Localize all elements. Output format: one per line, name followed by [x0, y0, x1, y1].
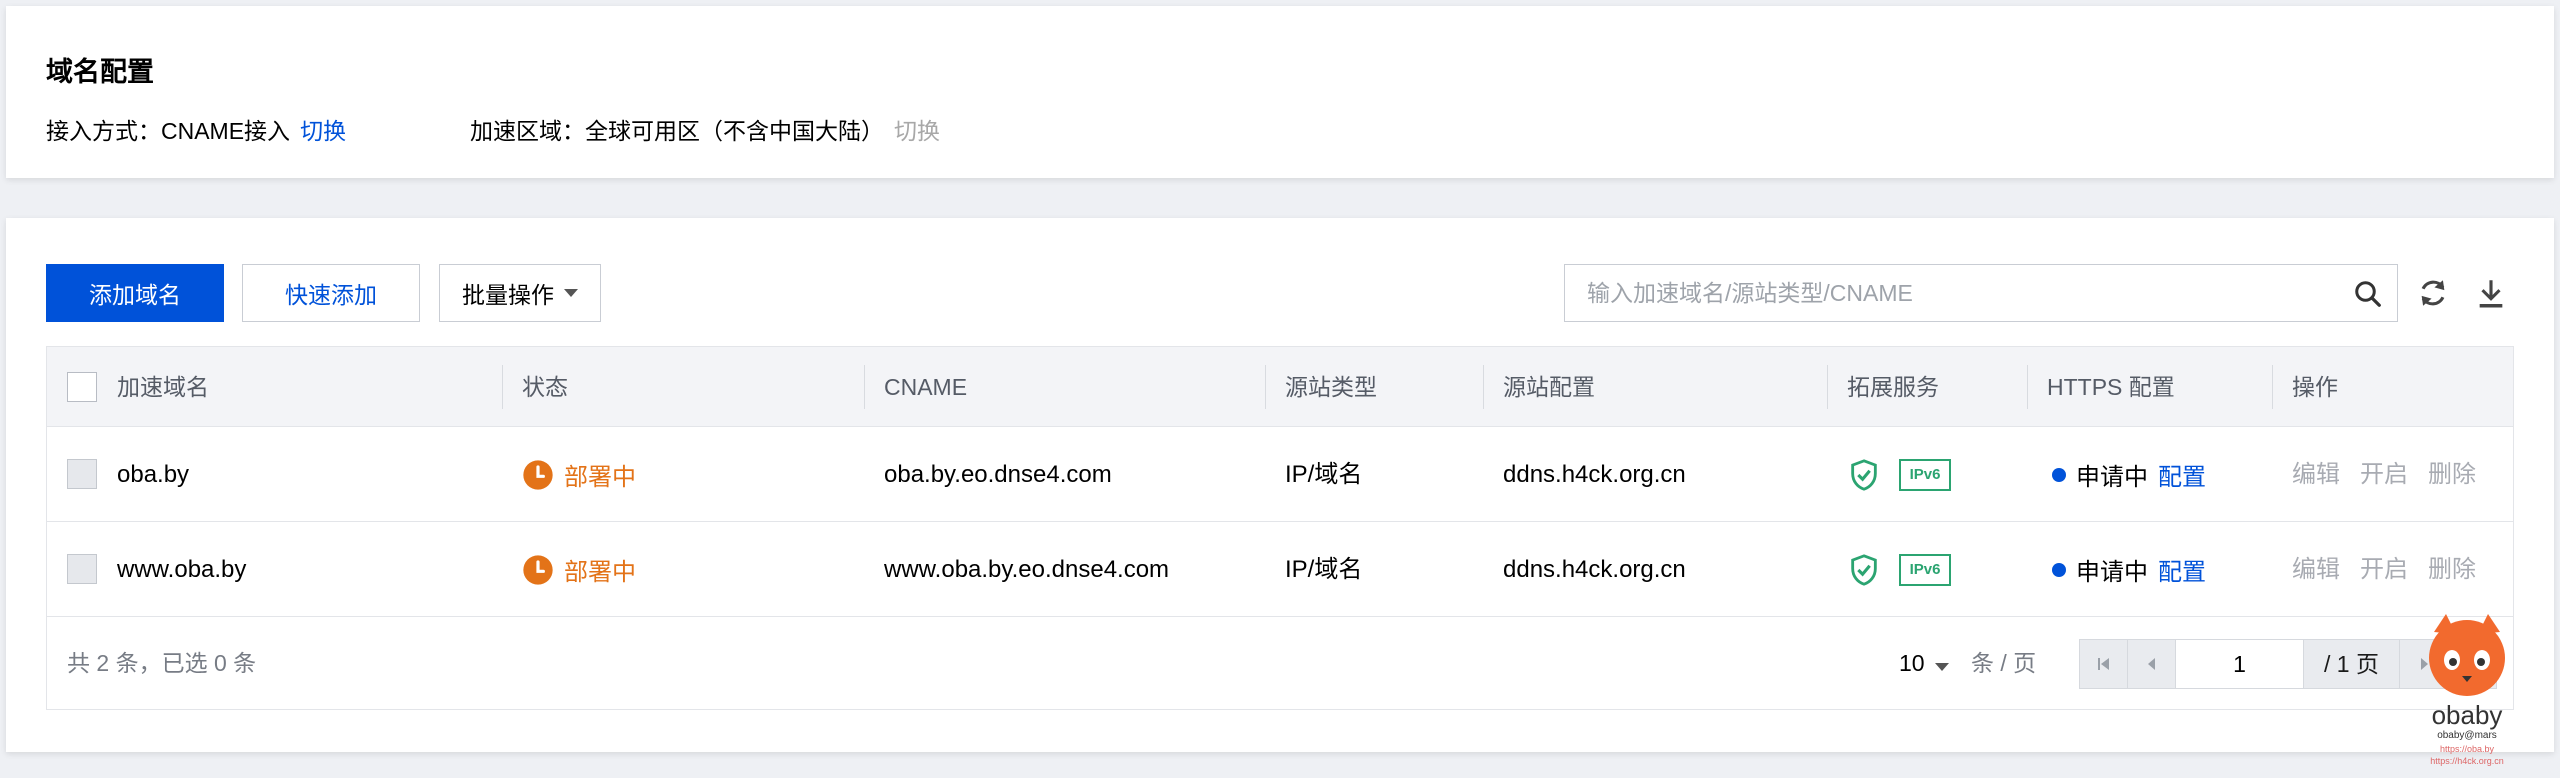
clock-icon: [523, 459, 553, 490]
enable-button[interactable]: 开启: [2360, 556, 2408, 583]
table-row: www.oba.by 部署中 www.oba.by.eo.dnse4.com I…: [47, 522, 2513, 617]
header-status: 状态: [522, 374, 568, 400]
region-label: 加速区域：全球可用区（不含中国大陆）: [470, 118, 884, 144]
per-page-label: 条 / 页: [1971, 650, 2037, 676]
select-all-checkbox[interactable]: [67, 372, 97, 402]
table-footer: 共 2 条，已选 0 条 10 条 / 页 / 1 页: [47, 617, 2513, 710]
column-divider[interactable]: [2027, 365, 2028, 409]
edit-button[interactable]: 编辑: [2292, 556, 2340, 583]
origin-type-cell: IP/域名: [1285, 556, 1363, 583]
ipv6-badge[interactable]: IPv6: [1899, 458, 1951, 491]
watermark-url: https://h4ck.org.cn: [2430, 756, 2504, 766]
extensions-cell: IPv6: [1847, 522, 1951, 617]
column-divider[interactable]: [864, 365, 865, 409]
acceleration-region: 加速区域：全球可用区（不含中国大陆） 切换: [470, 112, 940, 146]
status-label: 部署中: [564, 559, 636, 586]
shield-check-icon[interactable]: [1847, 553, 1881, 587]
delete-button[interactable]: 删除: [2428, 556, 2476, 583]
access-mode-label: 接入方式：CNAME接入: [46, 118, 291, 144]
column-divider[interactable]: [1265, 365, 1266, 409]
page-number-input[interactable]: [2176, 640, 2304, 688]
https-config-link[interactable]: 配置: [2158, 457, 2206, 492]
https-status: 申请中: [2076, 464, 2148, 491]
header-extensions: 拓展服务: [1847, 374, 1939, 400]
first-page-button[interactable]: [2080, 640, 2128, 688]
watermark: obaby obaby@mars https://oba.by https://…: [2412, 612, 2522, 772]
header-origin-config: 源站配置: [1503, 374, 1595, 400]
column-divider[interactable]: [2272, 365, 2273, 409]
cname-cell: oba.by.eo.dnse4.com: [884, 461, 1112, 488]
row-checkbox[interactable]: [67, 459, 97, 489]
region-switch-link[interactable]: 切换: [894, 118, 940, 144]
origin-config-cell: ddns.h4ck.org.cn: [1503, 461, 1686, 488]
enable-button[interactable]: 开启: [2360, 461, 2408, 488]
origin-type-cell: IP/域名: [1285, 461, 1363, 488]
total-count: 共 2 条，已选 0 条: [67, 650, 257, 676]
header-origin-type: 源站类型: [1285, 374, 1377, 400]
quick-add-button[interactable]: 快速添加: [242, 264, 420, 322]
header-domain: 加速域名: [117, 374, 209, 400]
column-divider[interactable]: [1827, 365, 1828, 409]
row-checkbox[interactable]: [67, 554, 97, 584]
operations-cell: 编辑 开启 删除: [2292, 522, 2496, 617]
status-label: 部署中: [564, 464, 636, 491]
ipv6-badge[interactable]: IPv6: [1899, 553, 1951, 586]
table-header: 加速域名 状态 CNAME 源站类型 源站配置 拓展服务 HTTPS 配置 操作: [47, 347, 2513, 427]
operations-cell: 编辑 开启 删除: [2292, 427, 2496, 522]
https-cell: 申请中 配置: [2052, 522, 2206, 617]
fox-logo-icon: [2429, 614, 2505, 696]
domain-cell: oba.by: [117, 461, 190, 488]
download-icon[interactable]: [2474, 276, 2508, 310]
status-cell: 部署中: [522, 522, 636, 617]
page-size-value: 10: [1899, 650, 1925, 676]
https-status: 申请中: [2076, 559, 2148, 586]
domain-config-card: 域名配置 接入方式：CNAME接入 切换 加速区域：全球可用区（不含中国大陆） 切换: [6, 6, 2554, 178]
search-box: [1564, 264, 2398, 322]
domain-cell: www.oba.by: [117, 556, 247, 583]
header-operations: 操作: [2292, 374, 2338, 400]
domain-table: 加速域名 状态 CNAME 源站类型 源站配置 拓展服务 HTTPS 配置 操作…: [46, 346, 2514, 710]
access-switch-link[interactable]: 切换: [300, 118, 346, 144]
search-input[interactable]: [1565, 265, 2325, 321]
domain-list-card: 添加域名 快速添加 批量操作 加速域名 状态 CNAME 源站类型: [6, 218, 2554, 752]
https-cell: 申请中 配置: [2052, 427, 2206, 522]
first-page-icon: [2097, 658, 2109, 670]
column-divider[interactable]: [1483, 365, 1484, 409]
extensions-cell: IPv6: [1847, 427, 1951, 522]
add-domain-button[interactable]: 添加域名: [46, 264, 224, 322]
chevron-down-icon: [1934, 663, 1949, 671]
origin-config-cell: ddns.h4ck.org.cn: [1503, 556, 1686, 583]
status-cell: 部署中: [522, 427, 636, 522]
shield-check-icon[interactable]: [1847, 458, 1881, 492]
edit-button[interactable]: 编辑: [2292, 461, 2340, 488]
watermark-name: obaby: [2431, 700, 2503, 730]
chevron-left-icon: [2147, 658, 2155, 670]
header-cname: CNAME: [884, 374, 968, 400]
header-https: HTTPS 配置: [2047, 374, 2175, 400]
chevron-down-icon: [564, 289, 578, 297]
watermark-url: https://oba.by: [2439, 744, 2495, 754]
config-title: 域名配置: [46, 57, 154, 87]
table-row: oba.by 部署中 oba.by.eo.dnse4.com IP/域名 ddn…: [47, 427, 2513, 522]
batch-operation-dropdown[interactable]: 批量操作: [439, 264, 601, 322]
total-pages: / 1 页: [2304, 640, 2400, 688]
refresh-icon[interactable]: [2416, 276, 2450, 310]
search-icon[interactable]: [2353, 279, 2383, 309]
watermark-sub: obaby@mars: [2437, 730, 2497, 741]
https-config-link[interactable]: 配置: [2158, 552, 2206, 587]
cname-cell: www.oba.by.eo.dnse4.com: [884, 556, 1170, 583]
delete-button[interactable]: 删除: [2428, 461, 2476, 488]
prev-page-button[interactable]: [2128, 640, 2176, 688]
access-mode: 接入方式：CNAME接入 切换: [46, 112, 346, 146]
column-divider[interactable]: [502, 365, 503, 409]
batch-operation-label: 批量操作: [462, 282, 554, 308]
page-size-select[interactable]: 10: [1899, 617, 1949, 710]
status-dot: [2052, 467, 2066, 482]
status-dot: [2052, 562, 2066, 577]
clock-icon: [523, 554, 553, 585]
